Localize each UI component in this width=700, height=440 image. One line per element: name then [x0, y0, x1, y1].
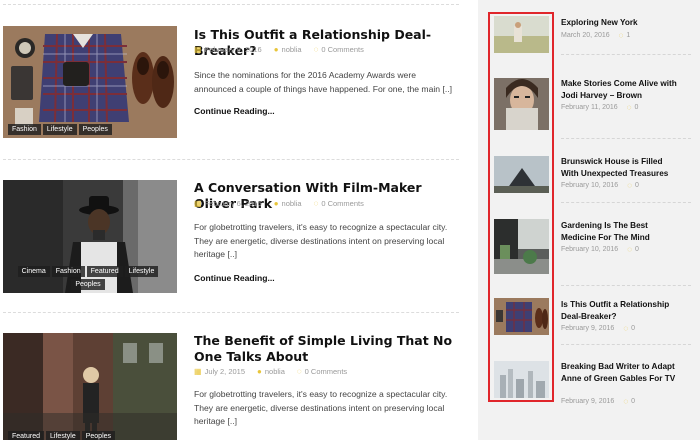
post-author[interactable]: noblia [265, 367, 285, 376]
post-title[interactable]: The Benefit of Simple Living That No One… [194, 333, 456, 365]
comment-icon: ◌ [626, 103, 632, 112]
comment-icon: ◌ [618, 31, 624, 40]
woman-standing-image [3, 333, 177, 440]
sidebar-post-meta: March 20, 2016 ◌ 1 [561, 31, 630, 40]
calendar-icon: ▦ [194, 367, 202, 376]
post-thumbnail[interactable]: Cinema Fashion Featured Lifestyle People… [3, 180, 177, 293]
post-excerpt: For globetrotting travelers, it's easy t… [194, 222, 448, 259]
comment-icon: ◌ [627, 181, 632, 190]
post-tags: Fashion Lifestyle Peoples [8, 124, 112, 135]
continue-reading-link[interactable]: Continue Reading... [194, 273, 275, 283]
tag-featured[interactable]: Featured [8, 431, 45, 440]
user-icon: ● [273, 199, 279, 208]
post-date: February 6, 2016 [204, 199, 262, 208]
sidebar-post-comments[interactable]: 0 [634, 104, 638, 111]
comment-icon: ◌ [313, 199, 319, 208]
divider [561, 344, 691, 345]
sidebar-post-meta: February 9, 2016 ◌ 0 [561, 397, 635, 406]
tag-lifestyle[interactable]: Lifestyle [124, 266, 159, 277]
sidebar-post-title[interactable]: Gardening Is The Best Medicine For The M… [561, 220, 677, 243]
tag-fashion[interactable]: Fashion [51, 266, 85, 277]
post-author[interactable]: noblia [282, 45, 302, 54]
sidebar-post-title[interactable]: Breaking Bad Writer to Adapt Anne of Gre… [561, 361, 677, 384]
outfit-flatlay-image [3, 26, 177, 138]
tag-lifestyle[interactable]: Lifestyle [42, 124, 77, 135]
sidebar-post-meta: February 9, 2016 ◌ 0 [561, 324, 635, 333]
comment-icon: ◌ [627, 245, 632, 254]
post-date: July 2, 2015 [204, 367, 246, 376]
tag-peoples[interactable]: Peoples [78, 124, 112, 135]
post-2: Cinema Fashion Featured Lifestyle People… [3, 180, 463, 300]
sidebar-post-comments[interactable]: 0 [631, 325, 635, 332]
user-icon: ● [257, 367, 262, 376]
post-tags: Cinema Fashion Featured Lifestyle People… [8, 266, 168, 290]
sidebar-post-date: February 9, 2016 [561, 398, 615, 405]
post-author[interactable]: noblia [282, 199, 302, 208]
divider [561, 54, 691, 55]
divider [561, 285, 691, 286]
sidebar-post-title[interactable]: Is This Outfit a Relationship Deal-Break… [561, 299, 677, 322]
sidebar-post-comments[interactable]: 0 [635, 246, 639, 253]
sidebar-post-title[interactable]: Exploring New York [561, 17, 677, 29]
sidebar-post-date: February 11, 2016 [561, 104, 618, 111]
divider [561, 138, 691, 139]
post-thumbnail[interactable]: Fashion Lifestyle Peoples [3, 26, 177, 138]
post-comments[interactable]: 0 Comments [321, 199, 364, 208]
comment-icon: ◌ [623, 324, 629, 333]
sidebar-post-title[interactable]: Brunswick House is Filled With Unexpecte… [561, 156, 677, 179]
post-1: Fashion Lifestyle Peoples Is This Outfit… [3, 26, 463, 146]
tag-cinema[interactable]: Cinema [17, 266, 50, 277]
post-comments[interactable]: 0 Comments [305, 367, 348, 376]
sidebar-post-date: February 10, 2016 [561, 182, 619, 189]
post-3: Featured Lifestyle Peoples The Benefit o… [3, 333, 463, 440]
comment-icon: ◌ [296, 367, 302, 376]
divider [561, 202, 691, 203]
post-excerpt: For globetrotting travelers, it's easy t… [194, 389, 448, 426]
tag-featured[interactable]: Featured [86, 266, 123, 277]
sidebar-post-meta: February 11, 2016 ◌ 0 [561, 103, 638, 112]
sidebar-post-comments[interactable]: 1 [626, 32, 630, 39]
comment-icon: ◌ [313, 45, 319, 54]
post-meta: ▦ February 9, 2016 ● noblia ◌ 0 Comments [194, 45, 376, 54]
post-meta: ▦ July 2, 2015 ● noblia ◌ 0 Comments [194, 367, 359, 376]
comment-icon: ◌ [623, 397, 629, 406]
tag-peoples[interactable]: Peoples [81, 431, 116, 440]
post-title[interactable]: Is This Outfit a Relationship Deal-Break… [194, 27, 456, 59]
highlight-annotation-box [488, 12, 554, 402]
posts-column: Fashion Lifestyle Peoples Is This Outfit… [0, 0, 478, 440]
sidebar-post-meta: February 10, 2016 ◌ 0 [561, 245, 639, 254]
user-icon: ● [273, 45, 279, 54]
calendar-icon: ▦ [194, 45, 202, 54]
sidebar-post-title[interactable]: Make Stories Come Alive with Jodi Harvey… [561, 78, 677, 101]
sidebar-post-comments[interactable]: 0 [635, 182, 639, 189]
post-comments[interactable]: 0 Comments [321, 45, 364, 54]
sidebar-post-meta: February 10, 2016 ◌ 0 [561, 181, 639, 190]
tag-peoples[interactable]: Peoples [71, 279, 105, 290]
divider [3, 312, 459, 313]
post-tags: Featured Lifestyle Peoples [8, 431, 116, 440]
continue-reading-link[interactable]: Continue Reading... [194, 106, 275, 116]
tag-fashion[interactable]: Fashion [8, 124, 41, 135]
divider [3, 159, 459, 160]
calendar-icon: ▦ [194, 199, 202, 208]
sidebar-post-comments[interactable]: 0 [631, 398, 635, 405]
tag-lifestyle[interactable]: Lifestyle [46, 431, 80, 440]
sidebar-post-date: March 20, 2016 [561, 32, 610, 39]
post-excerpt: Since the nominations for the 2016 Acade… [194, 70, 452, 94]
post-thumbnail[interactable]: Featured Lifestyle Peoples [3, 333, 177, 440]
post-meta: ▦ February 6, 2016 ● noblia ◌ 0 Comments [194, 199, 376, 208]
sidebar-post-date: February 9, 2016 [561, 325, 615, 332]
post-date: February 9, 2016 [204, 45, 262, 54]
divider [3, 4, 459, 5]
sidebar-post-date: February 10, 2016 [561, 246, 619, 253]
